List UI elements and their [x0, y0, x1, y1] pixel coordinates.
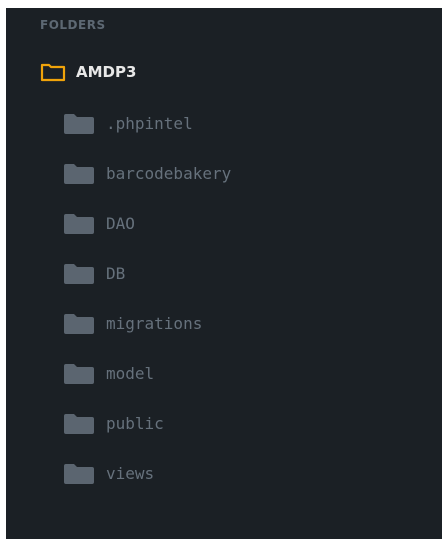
folder-item-migrations[interactable]: migrations [64, 312, 231, 362]
folder-icon [64, 164, 94, 184]
folder-item-model[interactable]: model [64, 362, 231, 412]
folder-icon [64, 464, 94, 484]
section-header-folders: FOLDERS [40, 18, 106, 32]
folder-item-views[interactable]: views [64, 462, 231, 512]
folder-item-public[interactable]: public [64, 412, 231, 462]
root-folder-item[interactable]: AMDP3 [40, 60, 136, 84]
folder-icon [64, 264, 94, 284]
folder-label: migrations [106, 314, 203, 333]
folder-icon [64, 314, 94, 334]
folder-icon [64, 364, 94, 384]
folder-label: .phpintel [106, 114, 193, 133]
folder-list: .phpintel barcodebakery DAO DB migration… [64, 112, 231, 512]
folder-label: barcodebakery [106, 164, 232, 183]
folder-label: DAO [106, 214, 135, 233]
folder-icon [64, 414, 94, 434]
folder-label: views [106, 464, 155, 483]
folder-label: DB [106, 264, 126, 283]
sidebar-panel: FOLDERS AMDP3 .phpintel barcodebakery DA… [6, 8, 442, 539]
folder-label: model [106, 364, 155, 383]
folder-open-icon [40, 63, 66, 82]
root-folder-label: AMDP3 [76, 63, 137, 81]
folder-label: public [106, 414, 164, 433]
folder-icon [64, 214, 94, 234]
folder-item-barcodebakery[interactable]: barcodebakery [64, 162, 231, 212]
folder-icon [64, 114, 94, 134]
folder-item-phpintel[interactable]: .phpintel [64, 112, 231, 162]
folder-item-dao[interactable]: DAO [64, 212, 231, 262]
folder-item-db[interactable]: DB [64, 262, 231, 312]
